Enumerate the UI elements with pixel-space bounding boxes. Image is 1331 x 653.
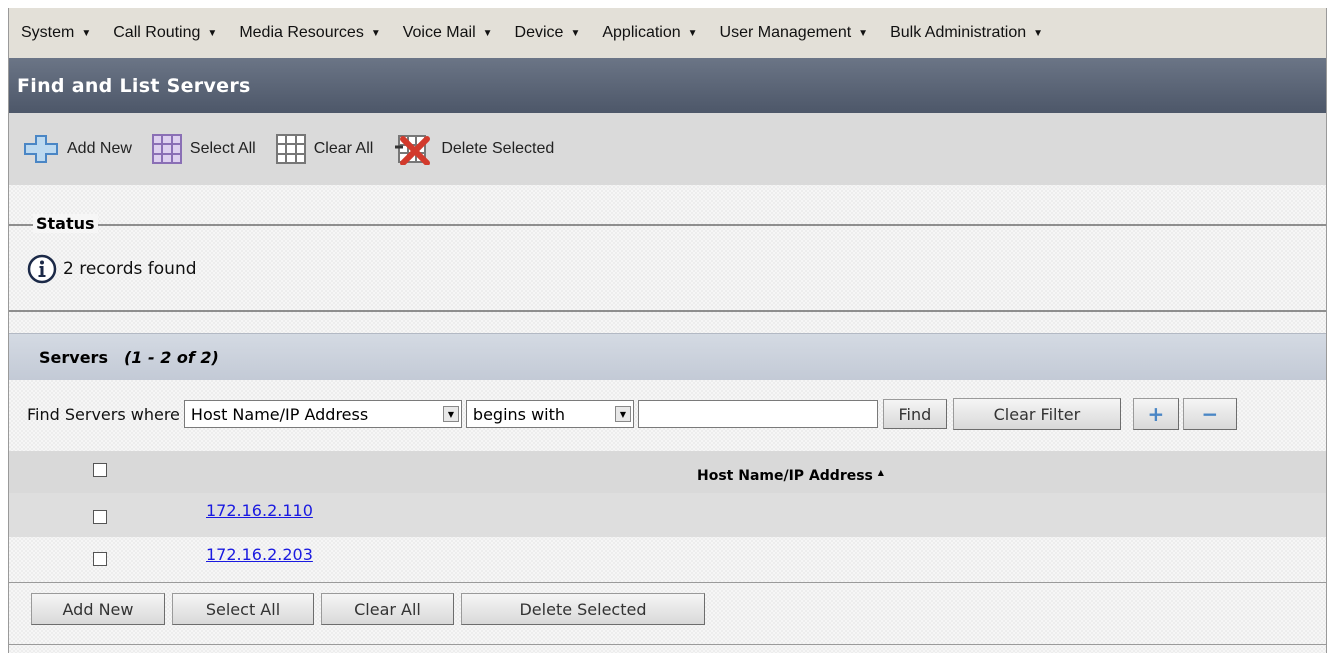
- clear-filter-button[interactable]: Clear Filter: [952, 398, 1121, 430]
- menu-label: Call Routing: [113, 24, 201, 41]
- page-frame: System ▼ Call Routing ▼ Media Resources ▼ V…: [8, 8, 1327, 653]
- menu-label: Bulk Administration: [890, 24, 1027, 41]
- toolbar-add-new-button[interactable]: Add New: [23, 134, 132, 164]
- find-button[interactable]: Find: [882, 399, 947, 429]
- menu-label: Media Resources: [239, 24, 364, 41]
- menu-call-routing[interactable]: Call Routing ▼: [113, 24, 217, 42]
- field-select[interactable]: Host Name/IP Address ▼: [183, 400, 462, 428]
- page-title: Find and List Servers: [17, 74, 251, 97]
- select-all-grid-icon: [151, 134, 182, 164]
- menu-label: Device: [514, 24, 564, 41]
- delete-icon: [395, 135, 431, 165]
- menu-bar: System ▼ Call Routing ▼ Media Resources ▼ V…: [9, 8, 1326, 59]
- menu-bulk-administration[interactable]: Bulk Administration ▼: [890, 24, 1043, 42]
- field-select-value: Host Name/IP Address: [190, 404, 369, 424]
- toolbar-select-all-label: Select All: [189, 140, 256, 157]
- toolbar-select-all-button[interactable]: Select All: [151, 134, 256, 164]
- info-icon: [27, 254, 57, 284]
- menu-user-management[interactable]: User Management ▼: [720, 24, 869, 42]
- sort-asc-icon: ▲: [877, 468, 884, 477]
- server-link[interactable]: 172.16.2.203: [206, 545, 313, 564]
- chevron-down-icon: ▼: [207, 27, 218, 39]
- chevron-down-icon: ▼: [482, 27, 493, 39]
- row-checkbox[interactable]: [93, 552, 107, 566]
- bottom-delete-selected-button[interactable]: Delete Selected: [461, 593, 705, 625]
- bottom-clear-all-button[interactable]: Clear All: [321, 593, 454, 625]
- row-checkbox[interactable]: [93, 510, 107, 524]
- remove-filter-button[interactable]: −: [1182, 398, 1237, 430]
- add-icon: [24, 135, 58, 163]
- table-row: 172.16.2.203: [9, 537, 1326, 581]
- operator-select[interactable]: begins with ▼: [465, 400, 634, 428]
- toolbar-delete-selected-label: Delete Selected: [441, 140, 555, 157]
- menu-application[interactable]: Application ▼: [602, 24, 697, 42]
- find-filter-row: Find Servers where Host Name/IP Address …: [9, 391, 1326, 437]
- menu-label: User Management: [719, 24, 852, 41]
- menu-media-resources[interactable]: Media Resources ▼: [239, 24, 380, 42]
- status-line: 2 records found: [27, 254, 197, 284]
- chevron-down-icon: ▼: [370, 27, 381, 39]
- operator-select-value: begins with: [472, 404, 566, 424]
- select-all-checkbox[interactable]: [93, 463, 107, 477]
- server-link[interactable]: 172.16.2.110: [206, 501, 313, 520]
- toolbar: Add New Select All Clear All Delete Sele…: [9, 113, 1326, 185]
- dropdown-arrow-icon: ▼: [442, 406, 459, 422]
- column-header-label: Host Name/IP Address: [697, 468, 873, 484]
- find-label: Find Servers where: [27, 404, 180, 424]
- status-message: 2 records found: [63, 259, 197, 279]
- chevron-down-icon: ▼: [1033, 27, 1044, 39]
- search-input[interactable]: [637, 400, 878, 428]
- chevron-down-icon: ▼: [81, 27, 92, 39]
- bottom-select-all-button[interactable]: Select All: [172, 593, 314, 625]
- chevron-down-icon: ▼: [570, 27, 581, 39]
- plus-icon: +: [1147, 402, 1165, 426]
- chevron-down-icon: ▼: [858, 27, 869, 39]
- table-row: 172.16.2.110: [9, 493, 1326, 537]
- column-header-host-name[interactable]: Host Name/IP Address ▲: [697, 468, 884, 484]
- title-bar: Find and List Servers: [9, 58, 1326, 113]
- divider: [9, 644, 1326, 645]
- menu-label: Application: [602, 24, 681, 41]
- chevron-down-icon: ▼: [687, 27, 698, 39]
- minus-icon: −: [1201, 402, 1219, 426]
- servers-section-header: Servers (1 - 2 of 2): [9, 333, 1326, 380]
- toolbar-add-new-label: Add New: [67, 140, 132, 157]
- menu-device[interactable]: Device ▼: [515, 24, 581, 42]
- menu-label: System: [21, 24, 75, 41]
- menu-voice-mail[interactable]: Voice Mail ▼: [403, 24, 493, 42]
- divider: [9, 582, 1326, 583]
- servers-title: Servers: [39, 347, 108, 367]
- menu-system[interactable]: System ▼: [21, 24, 91, 42]
- dropdown-arrow-icon: ▼: [614, 406, 631, 422]
- add-filter-button[interactable]: +: [1132, 398, 1179, 430]
- status-panel: Status 2 records found: [9, 214, 1326, 312]
- status-legend: Status: [33, 214, 98, 233]
- bottom-add-new-button[interactable]: Add New: [31, 593, 165, 625]
- toolbar-clear-all-button[interactable]: Clear All: [275, 134, 374, 164]
- servers-count: (1 - 2 of 2): [123, 347, 219, 367]
- table-header: Host Name/IP Address ▲: [9, 451, 1326, 493]
- toolbar-delete-selected-button[interactable]: Delete Selected: [393, 133, 554, 165]
- clear-all-grid-icon: [275, 134, 306, 164]
- menu-label: Voice Mail: [402, 24, 476, 41]
- toolbar-clear-all-label: Clear All: [313, 140, 374, 157]
